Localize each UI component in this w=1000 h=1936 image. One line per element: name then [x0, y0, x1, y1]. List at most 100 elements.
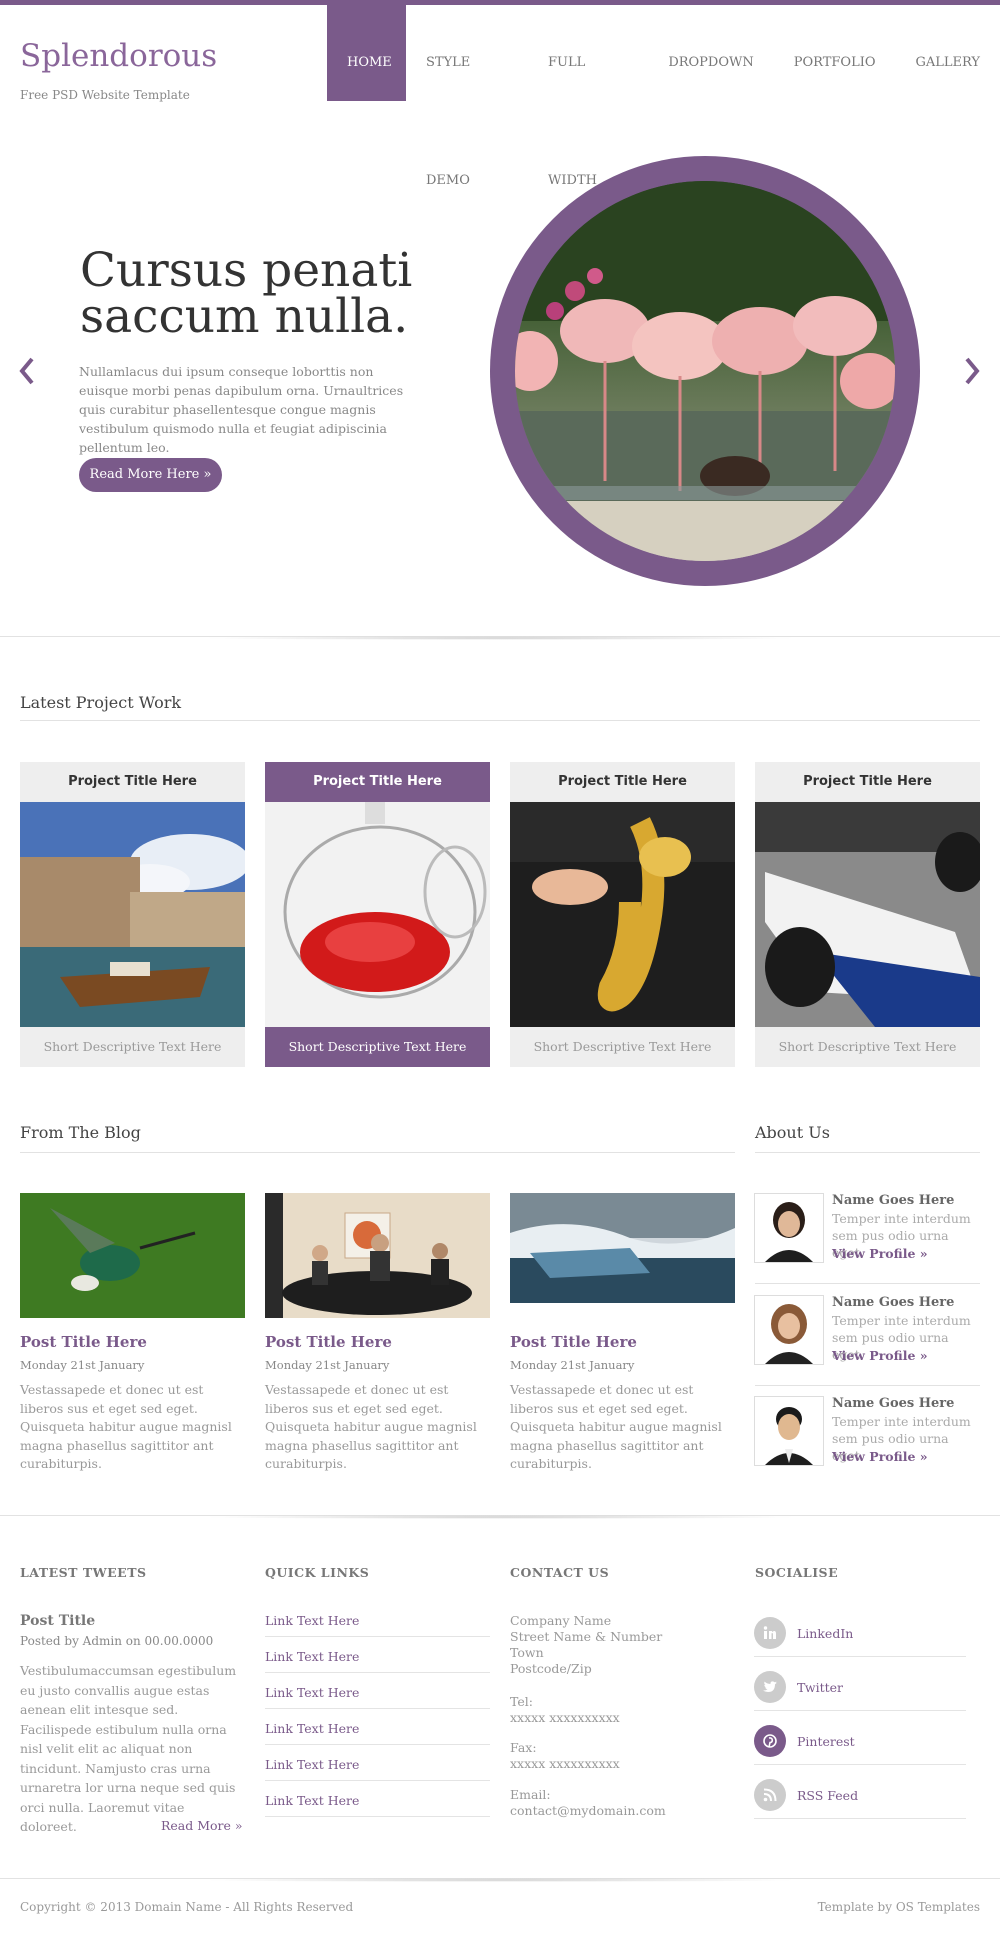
slider-prev-arrow-icon[interactable]	[17, 353, 37, 389]
copyright-text: Copyright © 2013 Domain Name - All Right…	[20, 1900, 354, 1914]
site-tagline: Free PSD Website Template	[20, 88, 190, 102]
about-heading-rule	[755, 1152, 980, 1153]
nav-item-dropdown[interactable]: DROPDOWN	[648, 4, 773, 101]
about-divider	[755, 1283, 980, 1284]
project-caption: Short Descriptive Text Here	[533, 1039, 712, 1054]
about-person: Name Goes Here Temper inte interdum sem …	[754, 1193, 980, 1283]
hero-title: Cursus penati saccum nulla.	[80, 243, 440, 340]
email-label: Email:	[510, 1787, 551, 1802]
read-more-button[interactable]: Read More Here »	[79, 458, 222, 492]
site-logo[interactable]: Splendorous	[20, 38, 217, 74]
social-label: Pinterest	[797, 1734, 855, 1749]
social-item-rss[interactable]: RSS Feed	[754, 1779, 966, 1819]
social-label: LinkedIn	[797, 1626, 854, 1641]
post-title[interactable]: Post Title Here	[20, 1333, 147, 1351]
company-name: Company Name	[510, 1613, 612, 1628]
quick-link[interactable]: Link Text Here	[265, 1757, 490, 1781]
projects-heading: Latest Project Work	[20, 693, 182, 712]
tel-label: Tel:	[510, 1694, 533, 1709]
project-card[interactable]: Project Title Here Short Descriptive Tex…	[755, 762, 985, 1067]
contact-address: Company Name Street Name & Number Town P…	[510, 1613, 730, 1677]
fax-value: xxxxx xxxxxxxxxx	[510, 1756, 620, 1771]
rss-icon	[754, 1779, 786, 1811]
about-heading: About Us	[755, 1123, 830, 1142]
post-title[interactable]: Post Title Here	[510, 1333, 637, 1351]
contact-heading: CONTACT US	[510, 1565, 610, 1580]
social-item-twitter[interactable]: Twitter	[754, 1671, 966, 1711]
project-caption: Short Descriptive Text Here	[265, 1027, 490, 1067]
projects-heading-rule	[20, 720, 980, 721]
project-image-saxophone	[510, 802, 735, 1027]
project-card[interactable]: Project Title Here Short Descriptive Tex…	[20, 762, 250, 1067]
project-title: Project Title Here	[803, 774, 932, 789]
quick-link[interactable]: Link Text Here	[265, 1721, 490, 1745]
tweet-read-more-link[interactable]: Read More »	[161, 1818, 243, 1833]
blog-image-hummingbird[interactable]	[20, 1193, 245, 1318]
post-excerpt: Vestassapede et donec ut est liberos sus…	[265, 1382, 477, 1471]
nav-item-full-width[interactable]: FULL WIDTH	[528, 4, 648, 188]
about-person: Name Goes Here Temper inte interdum sem …	[754, 1396, 980, 1486]
project-title: Project Title Here	[558, 774, 687, 789]
tweet-title: Post Title	[20, 1613, 96, 1629]
main-nav: HOME STYLE DEMO FULL WIDTH DROPDOWN PORT…	[327, 4, 1000, 188]
hero-image-flamingos	[515, 181, 895, 561]
project-card[interactable]: Project Title Here Short Descriptive Tex…	[265, 762, 490, 1067]
quick-link[interactable]: Link Text Here	[265, 1613, 490, 1637]
about-person: Name Goes Here Temper inte interdum sem …	[754, 1295, 980, 1385]
post-date: Monday 21st January	[265, 1358, 390, 1372]
post-date: Monday 21st January	[20, 1358, 145, 1372]
view-profile-link[interactable]: View Profile »	[832, 1246, 928, 1261]
linkedin-icon	[754, 1617, 786, 1649]
hero-image-frame	[490, 156, 920, 586]
project-image-glass	[265, 802, 490, 1027]
avatar[interactable]	[754, 1295, 824, 1365]
social-label: Twitter	[797, 1680, 844, 1695]
nav-item-gallery[interactable]: GALLERY	[896, 4, 1000, 101]
about-divider	[755, 1385, 980, 1386]
post-title[interactable]: Post Title Here	[265, 1333, 392, 1351]
slider-next-arrow-icon[interactable]	[962, 353, 982, 389]
blog-image-glacier[interactable]	[510, 1193, 735, 1318]
view-profile-link[interactable]: View Profile »	[832, 1348, 928, 1363]
person-name: Name Goes Here	[832, 1396, 955, 1411]
post-excerpt: Vestassapede et donec ut est liberos sus…	[20, 1382, 232, 1471]
street-line: Street Name & Number	[510, 1629, 663, 1644]
avatar[interactable]	[754, 1193, 824, 1263]
fax-label: Fax:	[510, 1740, 537, 1755]
contact-fax: Fax: xxxxx xxxxxxxxxx	[510, 1740, 730, 1772]
person-name: Name Goes Here	[832, 1193, 955, 1208]
project-caption: Short Descriptive Text Here	[43, 1039, 222, 1054]
avatar[interactable]	[754, 1396, 824, 1466]
quick-link[interactable]: Link Text Here	[265, 1685, 490, 1709]
post-date: Monday 21st January	[510, 1358, 635, 1372]
hero-text: Nullamlacus dui ipsum conseque loborttis…	[79, 364, 404, 455]
project-card[interactable]: Project Title Here Short Descriptive Tex…	[510, 762, 735, 1067]
section-divider-shadow	[200, 636, 800, 640]
project-title: Project Title Here	[265, 762, 490, 802]
tweet-text: Vestibulumaccumsan egestibulum eu justo …	[20, 1663, 237, 1834]
social-heading: SOCIALISE	[755, 1565, 839, 1580]
blog-heading: From The Blog	[20, 1123, 141, 1142]
social-item-pinterest[interactable]: Pinterest	[754, 1725, 966, 1765]
pinterest-icon	[754, 1725, 786, 1757]
social-item-linkedin[interactable]: LinkedIn	[754, 1617, 966, 1657]
town-line: Town	[510, 1645, 544, 1660]
bottom-divider-shadow	[200, 1878, 800, 1882]
contact-tel: Tel: xxxxx xxxxxxxxxx	[510, 1694, 730, 1726]
view-profile-link[interactable]: View Profile »	[832, 1449, 928, 1464]
footer-divider-shadow	[200, 1515, 800, 1519]
template-credit-link[interactable]: Template by OS Templates	[818, 1900, 980, 1914]
nav-item-portfolio[interactable]: PORTFOLIO	[774, 4, 896, 101]
nav-item-home[interactable]: HOME	[327, 4, 406, 101]
nav-item-style-demo[interactable]: STYLE DEMO	[406, 4, 528, 188]
quick-link[interactable]: Link Text Here	[265, 1793, 490, 1817]
project-title: Project Title Here	[68, 774, 197, 789]
tweet-meta: Posted by Admin on 00.00.0000	[20, 1634, 214, 1648]
quick-link[interactable]: Link Text Here	[265, 1649, 490, 1673]
tweets-heading: LATEST TWEETS	[20, 1565, 147, 1580]
quick-links-heading: QUICK LINKS	[265, 1565, 370, 1580]
hero-title-line-1: Cursus penati	[80, 243, 413, 298]
project-image-race-car	[755, 802, 985, 1027]
email-value[interactable]: contact@mydomain.com	[510, 1803, 730, 1819]
blog-image-meeting[interactable]	[265, 1193, 490, 1318]
